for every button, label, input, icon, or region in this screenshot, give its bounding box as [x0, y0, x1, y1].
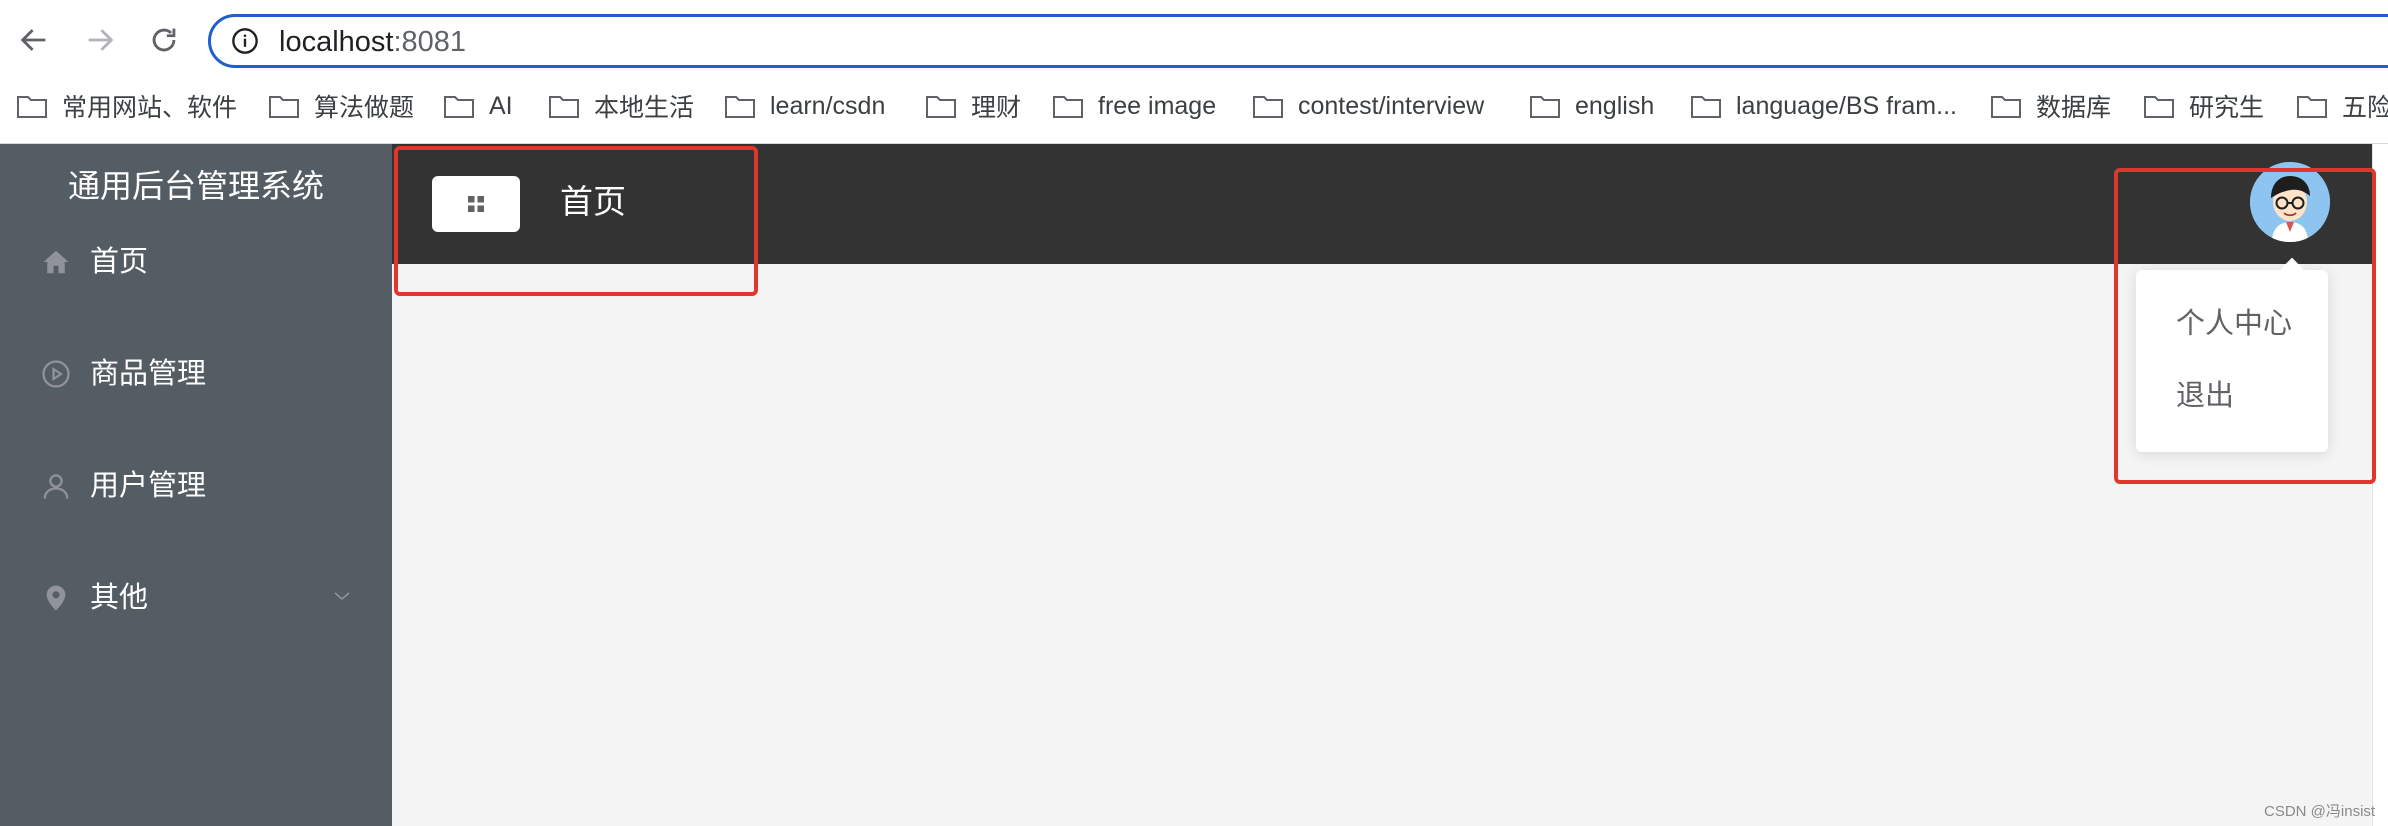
bookmark-folder[interactable]: 本地生活: [548, 84, 694, 128]
system-title: 通用后台管理系统: [67, 168, 324, 204]
arrow-right-icon: [88, 29, 114, 51]
sidebar-item-label: 其他: [90, 582, 149, 614]
video-play-icon: [40, 358, 72, 390]
bookmark-folder[interactable]: language/BS fram...: [1690, 84, 1957, 128]
bookmark-label: 算法做题: [314, 94, 415, 122]
folder-icon: [1253, 96, 1283, 118]
bookmark-label: AI: [489, 91, 513, 120]
bookmark-folder[interactable]: learn/csdn: [724, 84, 885, 128]
bookmark-folder[interactable]: 常用网站、软件: [16, 84, 237, 128]
sidebar-item-label: 首页: [90, 246, 149, 278]
bookmark-label: free image: [1098, 91, 1217, 120]
sidebar-item-home[interactable]: 首页: [0, 226, 392, 298]
bookmark-folder[interactable]: contest/interview: [1252, 84, 1484, 128]
info-icon[interactable]: [231, 27, 259, 55]
sidebar-item-label: 用户管理: [90, 470, 207, 502]
bookmark-label: learn/csdn: [770, 91, 886, 120]
grid-menu-icon: [468, 196, 484, 212]
dropdown-item-profile[interactable]: 个人中心: [2176, 304, 2292, 344]
url-text[interactable]: localhost:8081: [279, 25, 466, 59]
bookmark-folder[interactable]: 研究生: [2143, 84, 2264, 128]
chevron-down-icon: [330, 584, 354, 613]
folder-icon: [1691, 96, 1721, 118]
url-port: :8081: [393, 26, 467, 58]
bookmark-folder[interactable]: AI: [443, 84, 513, 128]
main-content: [392, 264, 2372, 826]
dropdown-item-logout[interactable]: 退出: [2176, 376, 2234, 416]
folder-icon: [1530, 96, 1560, 118]
reload-icon: [152, 28, 176, 52]
folder-icon: [725, 96, 755, 118]
folder-icon: [1053, 96, 1083, 118]
top-header: 首页: [392, 144, 2372, 264]
user-icon: [40, 470, 72, 502]
arrow-left-icon: [20, 29, 46, 51]
location-icon: [40, 582, 72, 614]
folder-icon: [1991, 96, 2021, 118]
bookmark-label: 常用网站、软件: [62, 94, 238, 122]
folder-icon: [2144, 96, 2174, 118]
sidebar: 通用后台管理系统 首页 商品管理 用户管理 其他: [0, 144, 392, 826]
bookmarks-bar: 常用网站、软件 算法做题 AI 本地生活 learn/csdn 理财 free …: [0, 84, 2388, 128]
bookmark-label: contest/interview: [1298, 91, 1485, 120]
sidebar-item-users[interactable]: 用户管理: [0, 450, 392, 522]
folder-icon: [926, 96, 956, 118]
bookmark-label: 五险: [2342, 94, 2388, 122]
home-icon: [40, 246, 72, 278]
bookmark-folder[interactable]: 算法做题: [268, 84, 414, 128]
user-dropdown-menu: 个人中心 退出: [2136, 270, 2328, 452]
bookmark-label: 本地生活: [594, 94, 695, 122]
user-avatar[interactable]: [2250, 162, 2330, 242]
menu-collapse-button[interactable]: [432, 176, 520, 232]
bookmark-label: 理财: [971, 94, 1022, 122]
bookmark-label: language/BS fram...: [1736, 91, 1957, 120]
folder-icon: [269, 96, 299, 118]
sidebar-item-other[interactable]: 其他: [0, 562, 392, 634]
breadcrumb[interactable]: 首页: [560, 182, 626, 222]
browser-chrome: localhost:8081 常用网站、软件 算法做题 AI 本地生活 lear…: [0, 0, 2388, 144]
url-host: localhost: [279, 26, 394, 58]
folder-icon: [444, 96, 474, 118]
bookmark-folder[interactable]: 数据库: [1990, 84, 2111, 128]
forward-button[interactable]: [74, 14, 126, 66]
avatar-icon: [2250, 162, 2330, 242]
bookmark-folder[interactable]: 五险: [2296, 84, 2388, 128]
back-button[interactable]: [8, 14, 60, 66]
bookmark-folder[interactable]: free image: [1052, 84, 1216, 128]
folder-icon: [2297, 96, 2327, 118]
bookmark-label: 研究生: [2189, 94, 2265, 122]
reload-button[interactable]: [138, 14, 190, 66]
address-bar[interactable]: localhost:8081: [208, 14, 2388, 68]
right-edge-strip: [2372, 144, 2388, 826]
folder-icon: [549, 96, 579, 118]
bookmark-folder[interactable]: english: [1529, 84, 1654, 128]
folder-icon: [17, 96, 47, 118]
sidebar-item-label: 商品管理: [90, 358, 207, 390]
watermark: CSDN @冯insist: [2264, 803, 2376, 820]
bookmark-label: 数据库: [2036, 94, 2112, 122]
sidebar-item-products[interactable]: 商品管理: [0, 338, 392, 410]
bookmark-label: english: [1575, 91, 1655, 120]
bookmark-folder[interactable]: 理财: [925, 84, 1021, 128]
